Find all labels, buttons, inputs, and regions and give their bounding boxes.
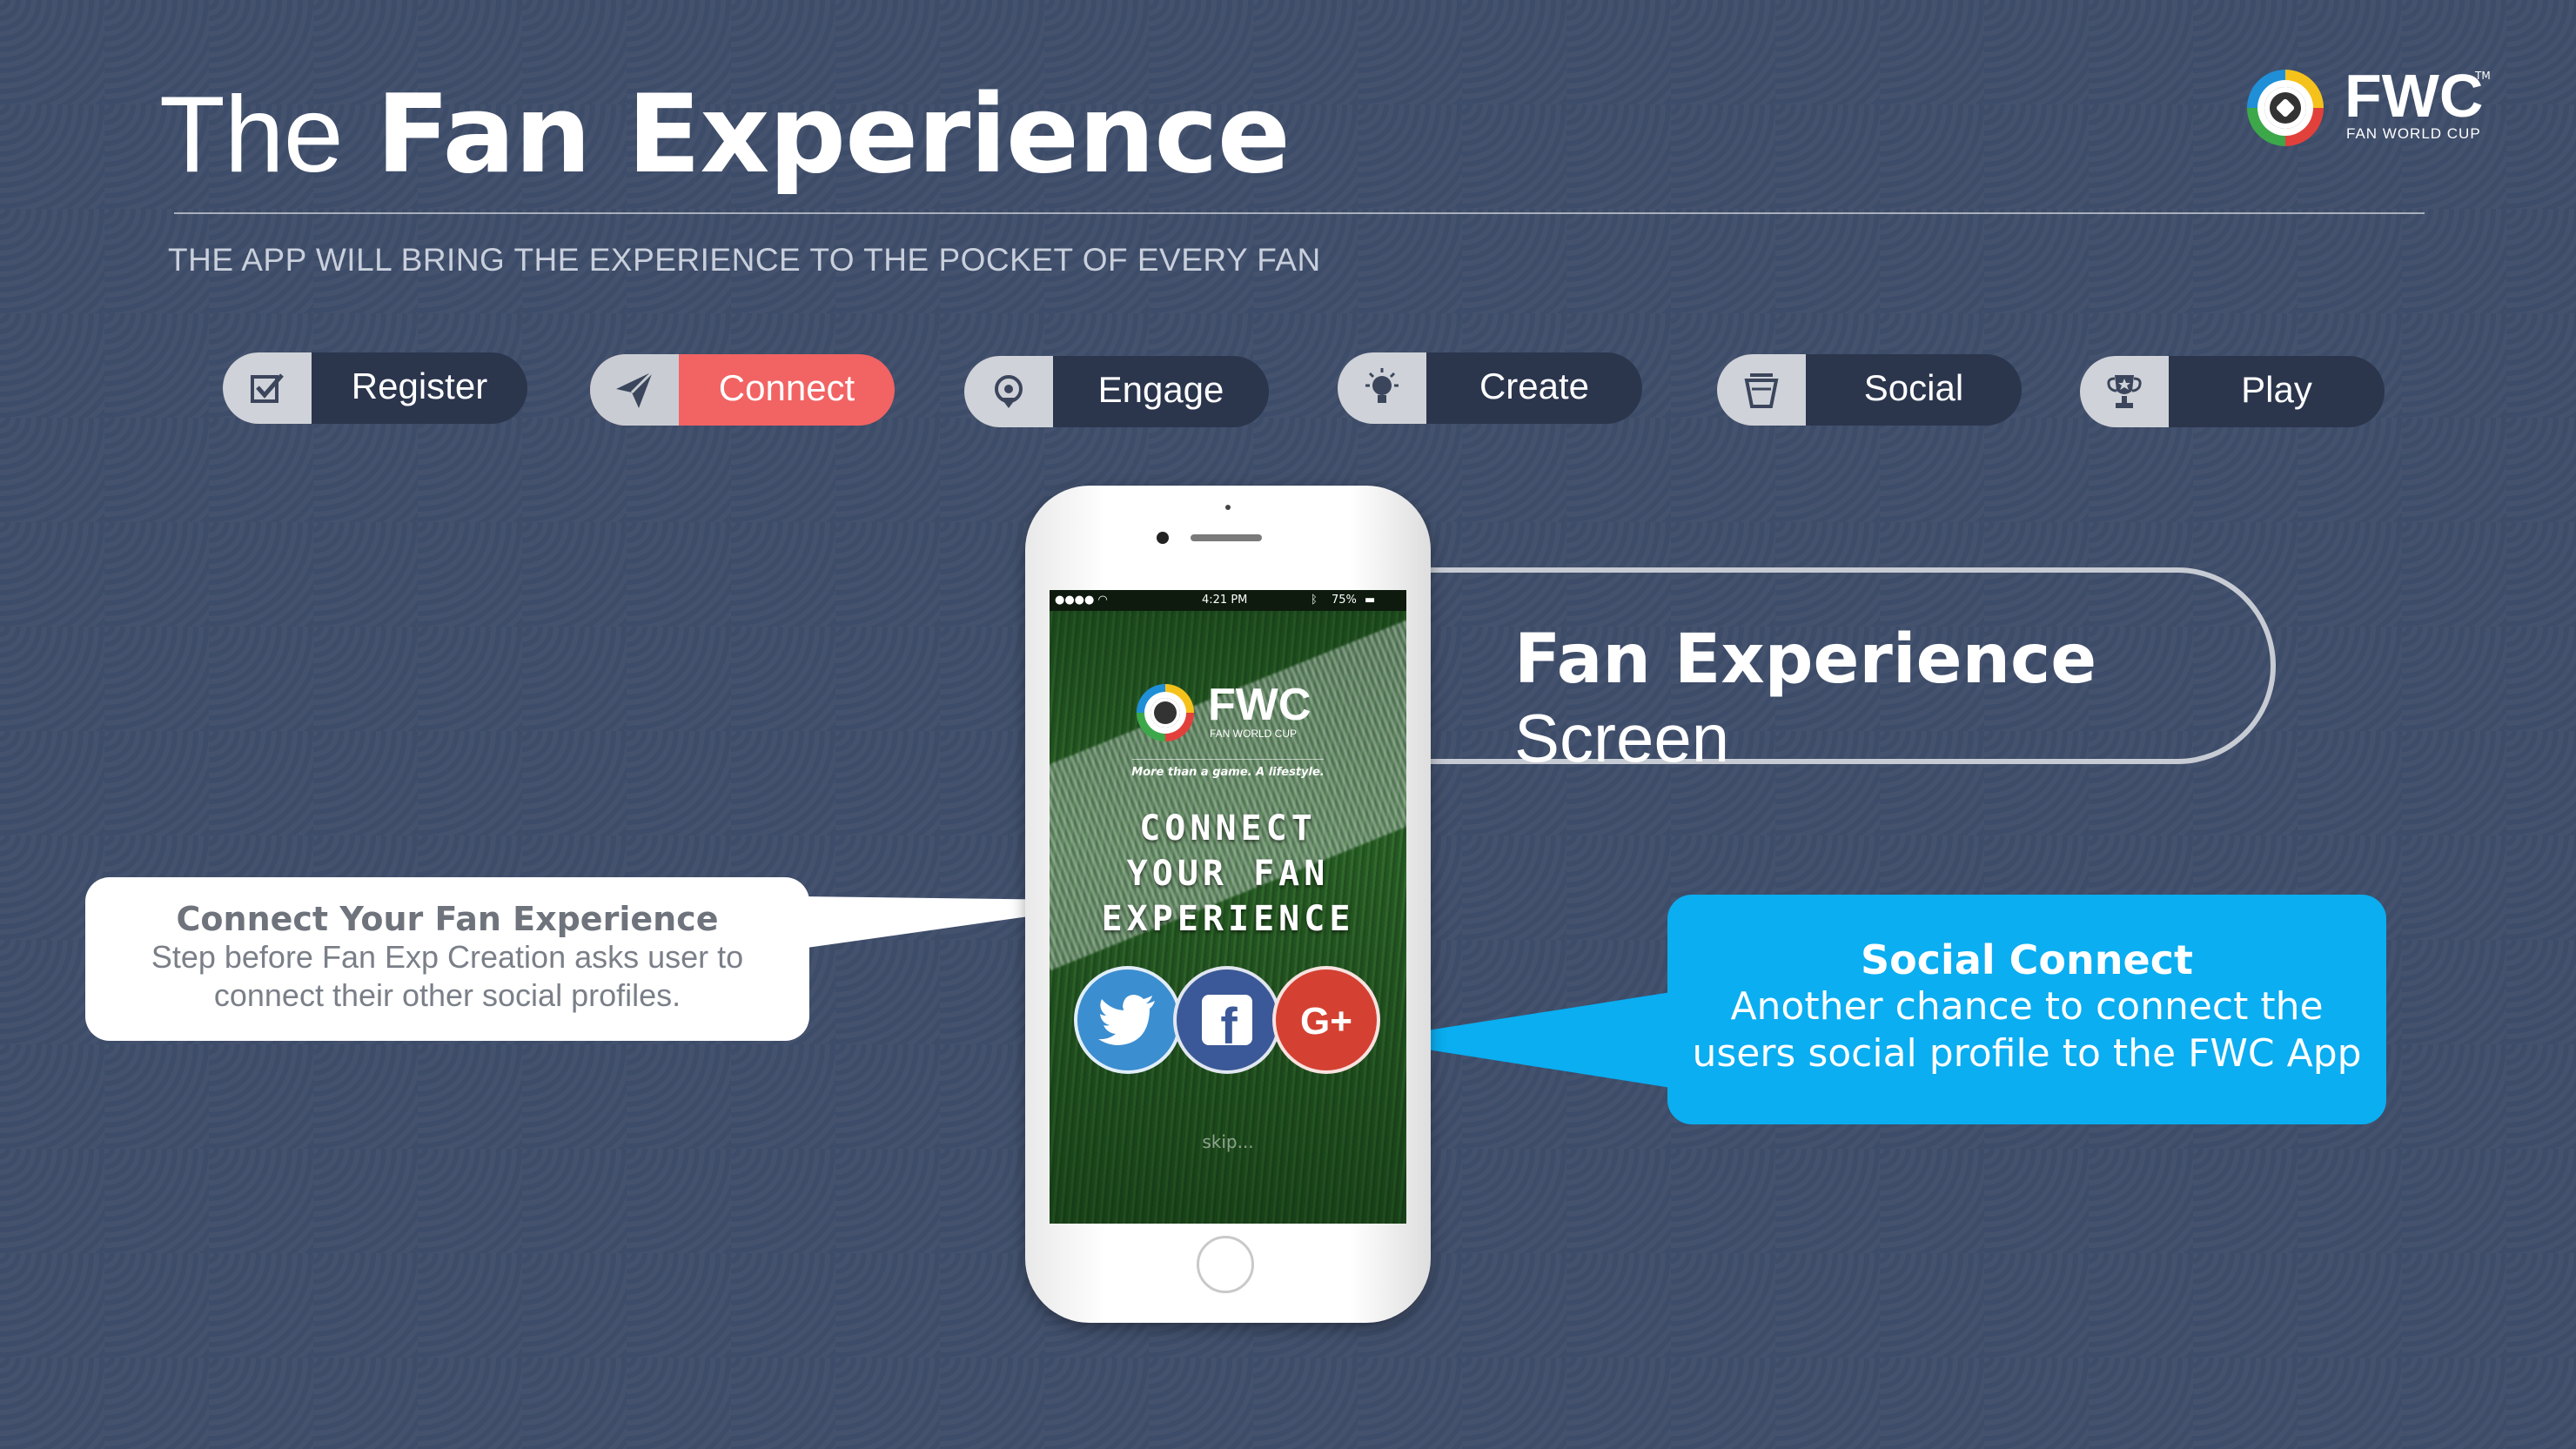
twitter-button[interactable]	[1074, 966, 1182, 1074]
skip-link[interactable]: skip...	[1050, 1131, 1406, 1152]
app-logo-text: FWC	[1208, 680, 1311, 730]
status-bar: ●●●● ◠ 4:21 PM ᛒ 75% ▬	[1050, 590, 1406, 611]
headline-line: EXPERIENCE	[1101, 899, 1355, 939]
callout-heading: Connect Your Fan Experience	[176, 900, 719, 938]
twitter-icon	[1098, 995, 1155, 1045]
home-button	[1197, 1236, 1254, 1293]
facebook-glyph: f	[1220, 998, 1238, 1050]
connect-your-fan-experience-callout: Connect Your Fan Experience Step before …	[85, 877, 809, 1041]
callout-title-bold: Fan Experience	[1514, 621, 2097, 699]
battery-icon: ▬	[1365, 594, 1376, 607]
headline-line: YOUR FAN	[1126, 854, 1330, 894]
battery-percent: 75%	[1332, 594, 1357, 607]
app-screen: ●●●● ◠ 4:21 PM ᛒ 75% ▬ FWC FAN WORLD CUP…	[1050, 590, 1406, 1224]
callout-heading: Social Connect	[1861, 936, 2193, 983]
phone-sensor	[1225, 505, 1231, 510]
social-connect-callout: Social Connect Another chance to connect…	[1667, 895, 2386, 1124]
callout-title-rest: Screen	[1514, 700, 1730, 776]
phone-mockup: ●●●● ◠ 4:21 PM ᛒ 75% ▬ FWC FAN WORLD CUP…	[1025, 486, 1431, 1323]
facebook-icon: f	[1202, 995, 1252, 1050]
status-time: 4:21 PM	[1202, 594, 1248, 607]
soccer-ball-icon	[1150, 698, 1180, 728]
callout-body-line: connect their other social profiles.	[213, 977, 681, 1013]
fan-experience-screen-callout: Fan Experience Screen	[1427, 567, 2276, 776]
divider	[1132, 759, 1324, 760]
app-logo-tagline: FAN WORLD CUP	[1210, 728, 1298, 740]
app-motto: More than a game. A lifestyle.	[1131, 766, 1325, 779]
phone-camera	[1157, 532, 1169, 544]
callout-body-line: Another chance to connect the	[1730, 984, 2324, 1029]
google-plus-button[interactable]: G+	[1272, 966, 1380, 1074]
google-plus-glyph: G+	[1300, 1000, 1352, 1043]
app-headline: CONNECT YOUR FAN EXPERIENCE	[1050, 806, 1406, 942]
callout-title: Fan Experience Screen	[1514, 620, 2271, 778]
app-logo: FWC FAN WORLD CUP	[1137, 680, 1328, 745]
signal-icon: ●●●● ◠	[1055, 594, 1108, 607]
google-plus-icon: G+	[1300, 1000, 1352, 1043]
soccer-ball-icon	[2264, 87, 2306, 129]
headline-line: CONNECT	[1139, 808, 1317, 849]
callout-body-line: users social profile to the FWC App	[1692, 1031, 2362, 1076]
facebook-button[interactable]: f	[1173, 966, 1281, 1074]
bluetooth-icon: ᛒ	[1311, 594, 1318, 607]
callout-body-line: Step before Fan Exp Creation asks user t…	[151, 939, 744, 975]
phone-speaker	[1191, 534, 1262, 541]
